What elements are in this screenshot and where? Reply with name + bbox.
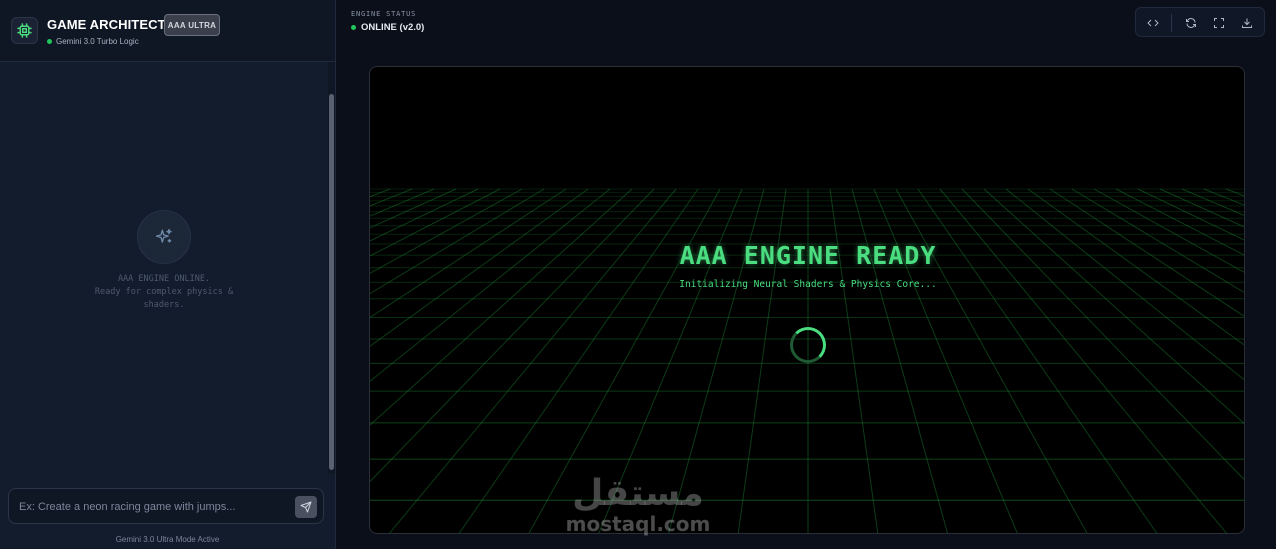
online-dot (47, 39, 52, 44)
engine-init-subtitle: Initializing Neural Shaders & Physics Co… (679, 279, 937, 290)
engine-status: ONLINE (v2.0) (351, 22, 424, 33)
chat-input-box (8, 488, 324, 524)
fullscreen-icon[interactable] (1210, 14, 1228, 32)
chip-icon (11, 17, 38, 44)
sparkles-icon (137, 210, 191, 264)
engine-status-value: ONLINE (v2.0) (361, 22, 425, 33)
code-icon[interactable] (1144, 14, 1162, 32)
engine-ready-title: AAA ENGINE READY (679, 241, 937, 270)
send-icon (300, 501, 312, 513)
refresh-icon[interactable] (1182, 14, 1200, 32)
game-viewport[interactable]: AAA ENGINE READY Initializing Neural Sha… (369, 66, 1245, 534)
engine-status-label: ENGINE STATUS (351, 10, 417, 18)
app-title: GAME ARCHITECT (47, 17, 166, 32)
prompt-input[interactable] (19, 498, 289, 516)
download-icon[interactable] (1238, 14, 1256, 32)
watermark-latin: mostaql.com (565, 512, 711, 536)
empty-state-line-3: shaders. (143, 300, 185, 310)
tier-badge: AAA ULTRA (164, 14, 220, 36)
model-status: Gemini 3.0 Turbo Logic (47, 37, 139, 46)
status-dot (351, 25, 356, 30)
model-subtitle: Gemini 3.0 Turbo Logic (56, 37, 139, 46)
empty-state-message: AAA ENGINE ONLINE. Ready for complex phy… (60, 273, 268, 312)
empty-state-line-1: AAA ENGINE ONLINE. (117, 274, 211, 284)
sidebar-header: GAME ARCHITECT AAA ULTRA Gemini 3.0 Turb… (0, 0, 335, 62)
mostaql-watermark: مستقل mostaql.com (563, 472, 713, 542)
mode-status-footer: Gemini 3.0 Ultra Mode Active (115, 535, 220, 544)
viewport-toolbar (1135, 7, 1265, 37)
toolbar-divider (1171, 14, 1172, 32)
chat-sidebar: GAME ARCHITECT AAA ULTRA Gemini 3.0 Turb… (0, 0, 336, 549)
perspective-grid (370, 188, 1244, 533)
scrollbar-thumb[interactable] (329, 94, 334, 470)
loading-spinner (790, 327, 826, 363)
engine-topbar: ENGINE STATUS ONLINE (v2.0) (337, 0, 1276, 40)
empty-state-line-2: Ready for complex physics & (94, 287, 234, 297)
watermark-arabic: مستقل (572, 473, 704, 514)
send-button[interactable] (295, 496, 317, 518)
